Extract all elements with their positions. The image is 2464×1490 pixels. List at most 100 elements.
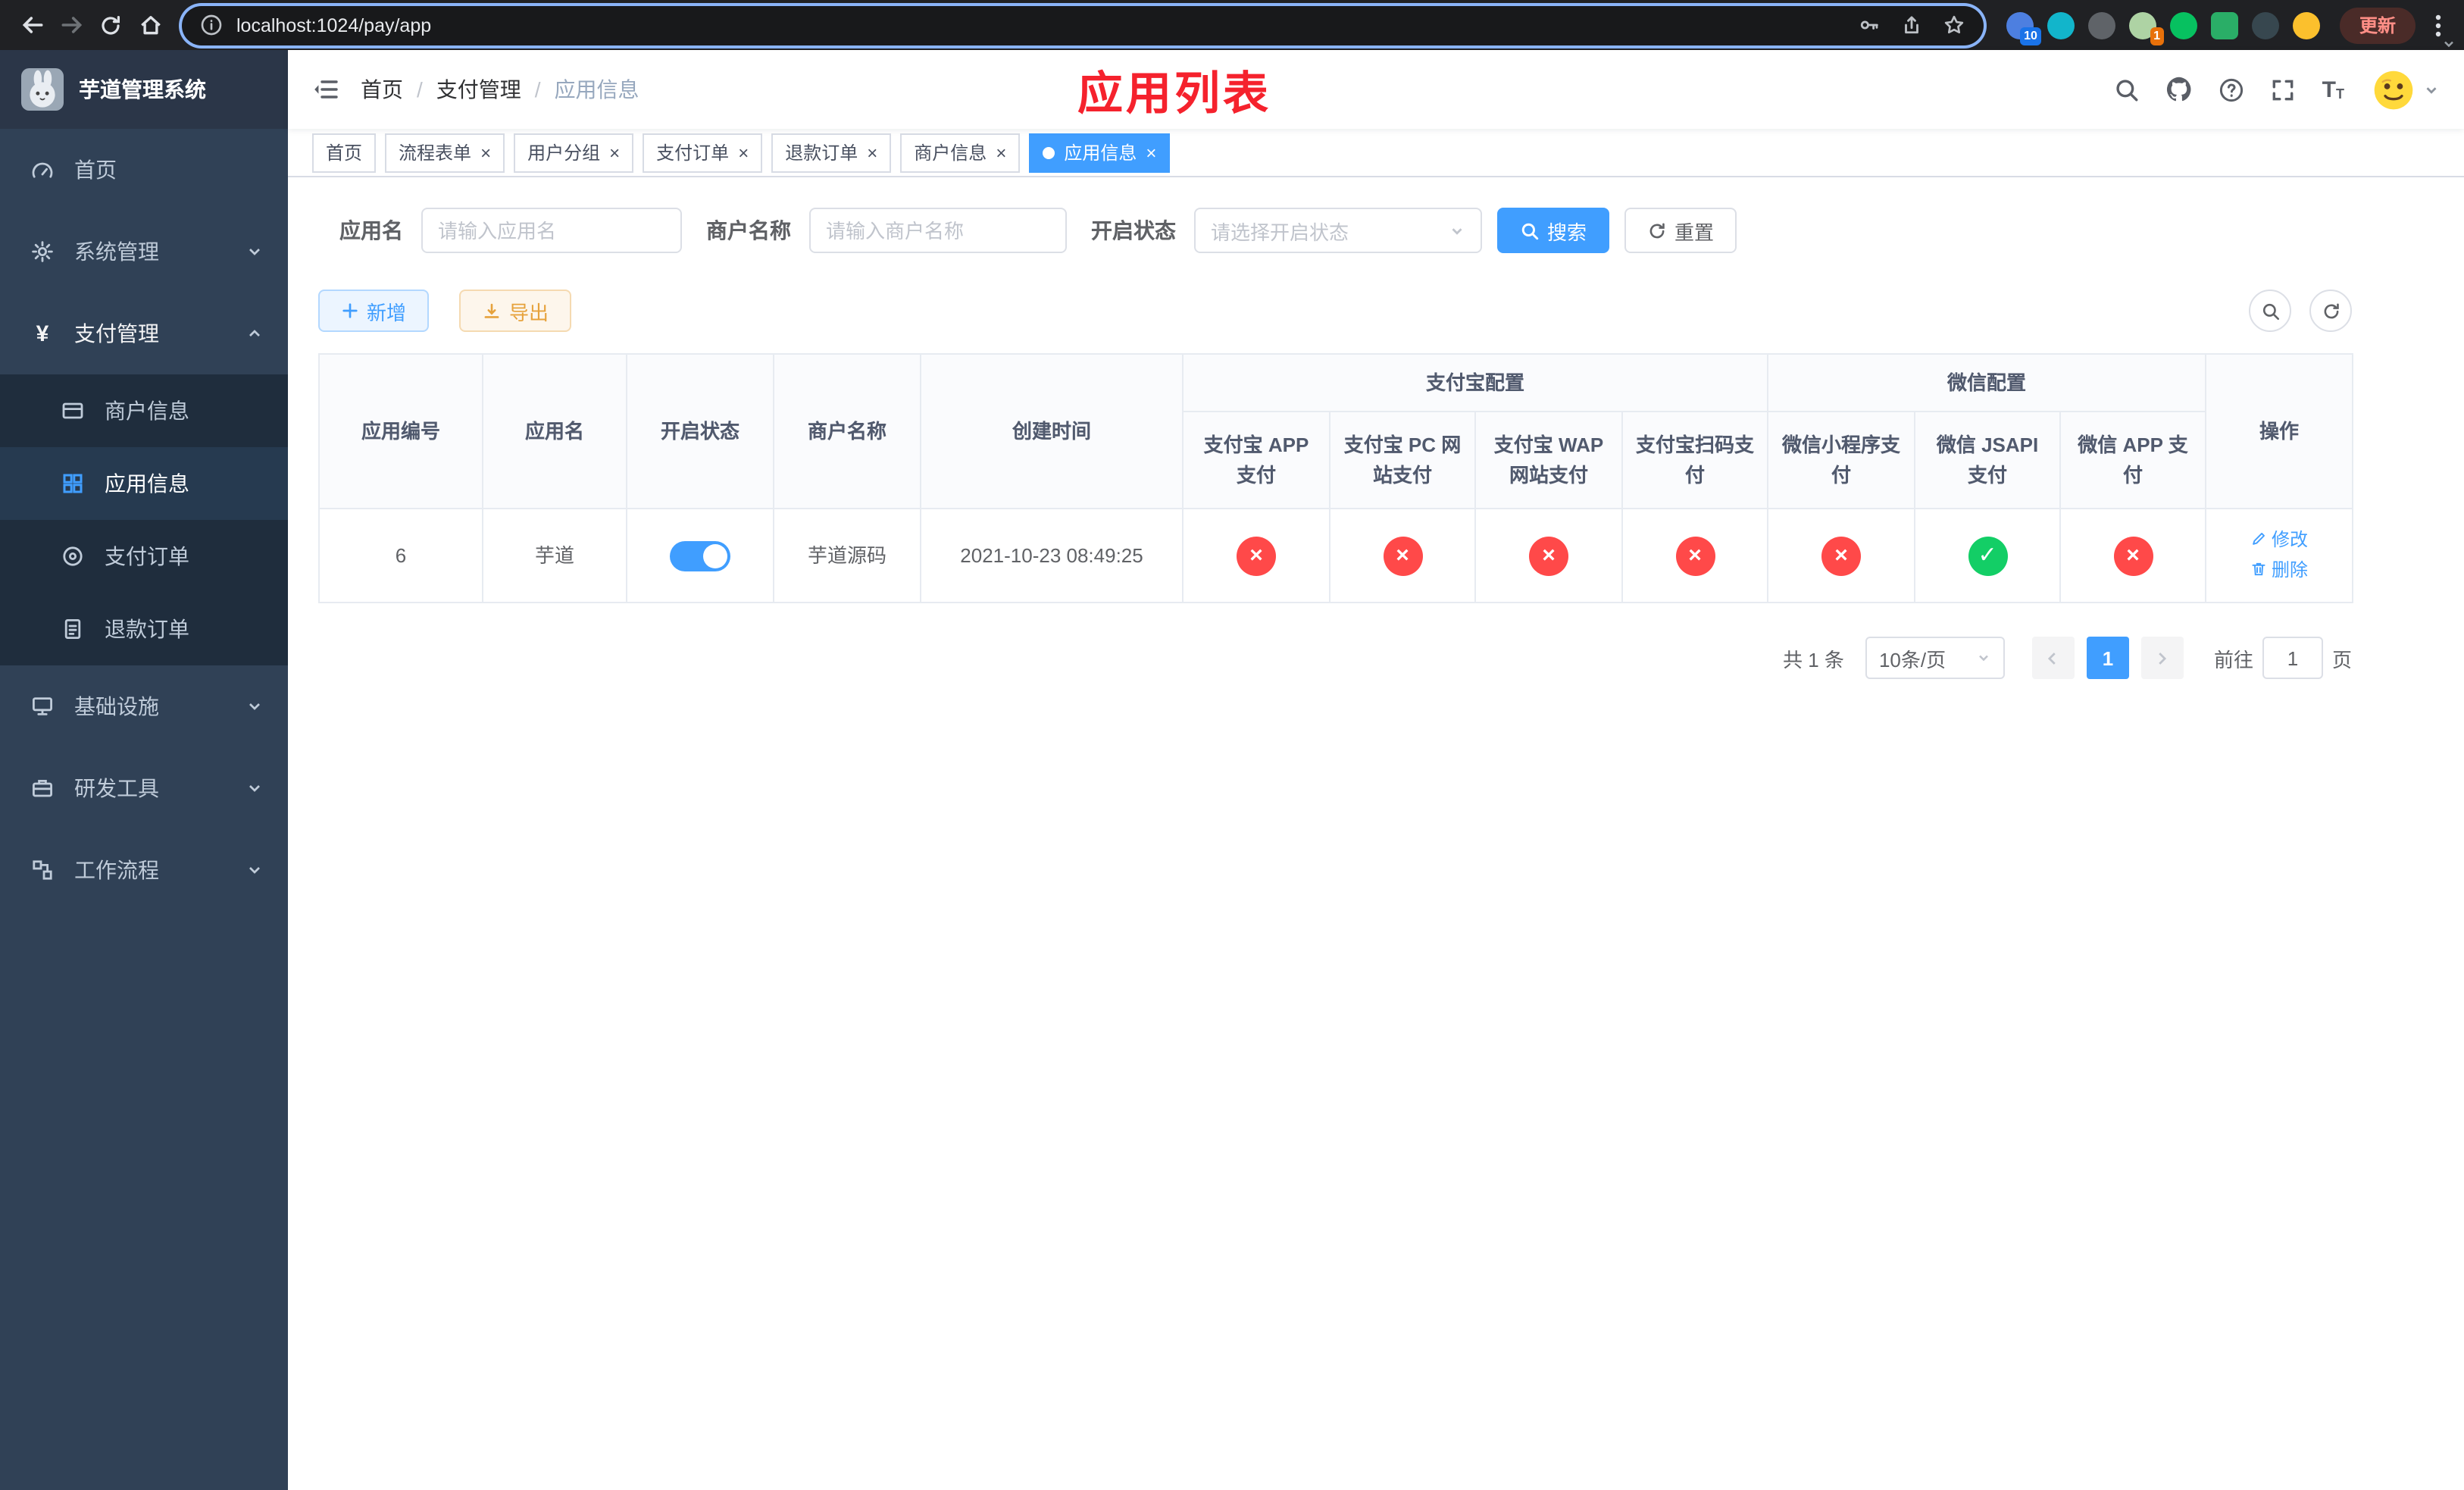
app-title: 芋道管理系统 [79,77,206,102]
page-size-select[interactable]: 10条/页 [1865,637,2005,679]
yen-icon: ¥ [36,321,49,346]
add-button-label: 新增 [367,301,407,324]
sidebar-collapse-icon[interactable] [312,76,339,103]
tab-close-icon[interactable]: × [867,143,877,161]
page-size-value: 10条/页 [1878,648,1946,671]
tab-user-group[interactable]: 用户分组 × [514,133,634,172]
extension-icon[interactable]: 10 [2006,11,2041,45]
tab-merchant-info[interactable]: 商户信息 × [900,133,1021,172]
bookmark-star-icon[interactable] [1943,14,1965,36]
extension-icon[interactable] [2292,11,2320,39]
sidebar-item-refund-order[interactable]: 退款订单 [0,593,288,665]
tab-process-form[interactable]: 流程表单 × [385,133,505,172]
url-text: localhost:1024/pay/app [236,14,432,36]
password-key-icon[interactable] [1858,14,1881,36]
sidebar-item-label: 基础设施 [74,694,159,718]
sidebar-item-home[interactable]: 首页 [0,129,288,211]
goto-label: 前往 [2213,648,2253,671]
browser-forward-icon[interactable] [52,5,91,45]
sidebar-item-label: 工作流程 [74,858,159,882]
reset-button[interactable]: 重置 [1624,208,1737,253]
column-header: 应用编号 [318,353,483,509]
column-header: 支付宝 PC 网站支付 [1329,411,1476,509]
table-row: 6 芋道 芋道源码 2021-10-23 08:49:25 × × × × × [318,508,2354,603]
current-page-button[interactable]: 1 [2086,637,2129,679]
cell-alipay-app: × [1182,508,1330,603]
chevron-down-icon [245,697,264,715]
tab-close-icon[interactable]: × [1146,143,1156,161]
sidebar-item-merchant-info[interactable]: 商户信息 [0,374,288,447]
app-name-input[interactable] [421,208,682,253]
tab-app-info[interactable]: 应用信息 × [1029,133,1171,172]
extension-icon[interactable] [2047,11,2075,39]
enable-switch[interactable] [670,540,730,571]
extension-icon[interactable] [2169,11,2197,39]
prev-page-button[interactable] [2031,637,2075,679]
tab-label: 用户分组 [527,142,601,164]
app-logo-row[interactable]: 芋道管理系统 [0,50,288,129]
fullscreen-icon[interactable] [2271,77,2297,102]
search-icon[interactable] [2115,77,2140,102]
tab-pay-order[interactable]: 支付订单 × [643,133,763,172]
edit-button[interactable]: 修改 [2250,525,2308,552]
sidebar-item-label: 研发工具 [74,776,159,800]
browser-update-button[interactable]: 更新 [2339,7,2416,43]
tab-label: 商户信息 [914,142,987,164]
pagination: 共 1 条 10条/页 1 前往 1 页 [318,637,2352,679]
goto-page-input[interactable] [2262,637,2323,679]
cell-enabled [626,508,774,603]
sidebar-item-pay-order[interactable]: 支付订单 [0,520,288,593]
payment-submenu: 商户信息 应用信息 支付订单 退款订单 [0,374,288,665]
sidebar-item-system[interactable]: 系统管理 [0,211,288,293]
github-icon[interactable] [2166,76,2194,103]
browser-back-icon[interactable] [12,5,52,45]
sidebar-item-infrastructure[interactable]: 基础设施 [0,665,288,747]
share-icon[interactable] [1900,14,1923,36]
cell-created: 2021-10-23 08:49:25 [920,508,1184,603]
help-icon[interactable] [2219,77,2245,102]
extension-icon[interactable] [2087,11,2115,39]
credit-card-icon [61,399,85,423]
sidebar-item-app-info[interactable]: 应用信息 [0,447,288,520]
refresh-button[interactable] [2309,290,2352,332]
next-page-button[interactable] [2140,637,2184,679]
site-info-icon[interactable] [200,14,223,36]
browser-reload-icon[interactable] [91,5,130,45]
font-size-icon[interactable]: TT [2322,78,2344,101]
merchant-name-input[interactable] [809,208,1067,253]
tab-label: 支付订单 [656,142,730,164]
tab-label: 退款订单 [785,142,858,164]
sidebar-item-payment[interactable]: ¥ 支付管理 [0,293,288,374]
breadcrumb-item[interactable]: 首页 [361,74,423,105]
tab-refund-order[interactable]: 退款订单 × [771,133,892,172]
tab-home[interactable]: 首页 [312,133,377,172]
sidebar-item-dev-tools[interactable]: 研发工具 [0,747,288,829]
extension-badge: 1 [2150,27,2164,45]
extension-icon[interactable] [2251,11,2279,39]
status-select[interactable]: 请选择开启状态 [1194,208,1482,253]
search-button[interactable]: 搜索 [1497,208,1610,253]
browser-home-icon[interactable] [130,5,170,45]
add-button[interactable]: 新增 [318,290,430,332]
tab-close-icon[interactable]: × [609,143,620,161]
extension-icon[interactable]: 1 [2128,11,2164,45]
sidebar-item-workflow[interactable]: 工作流程 [0,829,288,911]
tab-label: 首页 [326,142,363,164]
delete-button[interactable]: 删除 [2250,556,2308,583]
column-header: 支付宝 WAP 网站支付 [1474,411,1623,509]
pagination-total: 共 1 条 [1783,648,1844,671]
tab-close-icon[interactable]: × [738,143,749,161]
extension-icon[interactable] [2210,11,2238,39]
tab-close-icon[interactable]: × [480,143,491,161]
toggle-search-button[interactable] [2249,290,2291,332]
app-name-label: 应用名 [339,218,403,243]
tab-close-icon[interactable]: × [996,143,1006,161]
user-menu[interactable] [2373,69,2440,110]
breadcrumb-item[interactable]: 支付管理 [436,74,541,105]
column-header: 微信 JSAPI 支付 [1914,411,2062,509]
address-bar[interactable]: localhost:1024/pay/app [182,5,1984,45]
cell-app-id: 6 [318,508,483,603]
export-button[interactable]: 导出 [459,290,572,332]
chevron-down-icon [1976,650,1991,665]
cell-alipay-pc: × [1329,508,1476,603]
